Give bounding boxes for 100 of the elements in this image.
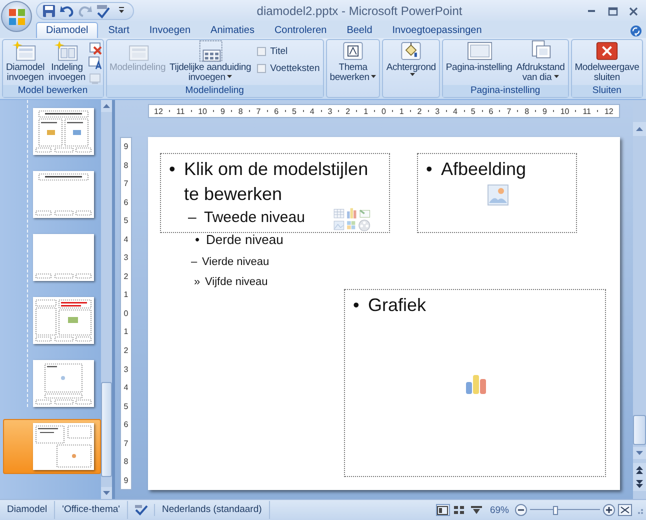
ruler-number: 10 (560, 106, 570, 116)
ruler-number: 7 (256, 106, 261, 116)
page-setup-icon (466, 40, 492, 62)
placeholder-frame[interactable]: • Afbeelding (417, 153, 577, 233)
scroll-down-button[interactable] (633, 447, 646, 459)
ribbon-tab[interactable]: Animaties (200, 22, 264, 38)
previous-slide-button[interactable] (633, 463, 646, 477)
bullet-marker: • (169, 158, 176, 181)
scroll-down-button[interactable] (101, 487, 112, 499)
delete-slide-icon (88, 41, 102, 55)
group-label: Pagina-instelling (442, 85, 568, 97)
ruler-number: 0 (381, 106, 386, 116)
save-button[interactable] (41, 3, 57, 19)
ribbon-tab[interactable]: Start (98, 22, 140, 38)
ribbon-button[interactable]: Pagina-instelling (444, 40, 514, 73)
ruler-number: 5 (470, 106, 476, 116)
bullet-marker: – (188, 208, 198, 228)
ruler-number: 2 (417, 106, 422, 116)
zoom-slider-thumb[interactable] (553, 506, 558, 514)
ruler-number: 8 (238, 106, 243, 116)
minus-icon (515, 504, 527, 516)
view-button[interactable] (470, 504, 484, 516)
spelling-check-icon (134, 504, 148, 516)
checkbox[interactable] (257, 47, 266, 56)
scrollbar-thumb[interactable] (101, 382, 112, 477)
ruler-number: 3 (435, 106, 440, 116)
ribbon-button[interactable]: Tijdelijke aanduiding invoegen (168, 40, 254, 83)
ribbon-button[interactable]: Indeling invoegen (46, 40, 88, 83)
ruler-number: 6 (124, 420, 128, 430)
ruler-number: 4 (310, 106, 314, 116)
ribbon-button[interactable]: Diamodel invoegen (4, 40, 47, 83)
ruler-number: 2 (346, 106, 350, 116)
ribbon-tab[interactable]: Diamodel (36, 22, 98, 38)
down-arrow-icon (636, 451, 643, 455)
placeholder-text: Vijfde niveau (205, 275, 268, 290)
help-icon (630, 25, 642, 37)
placeholder-text: Vierde niveau (202, 255, 270, 270)
ribbon-button[interactable]: Achtergrond (384, 40, 438, 77)
office-button[interactable] (1, 1, 32, 32)
normal-view-icon (437, 506, 448, 514)
bullet-marker: – (191, 255, 198, 270)
group-label: Sluiten (572, 85, 642, 97)
ruler-number: 9 (124, 476, 128, 485)
ribbon-button[interactable]: Afdrukstand van dia (514, 40, 567, 83)
ruler-number: 5 (124, 216, 128, 226)
resize-grip-icon (635, 506, 643, 514)
fit-to-window-button[interactable] (618, 504, 632, 516)
window-title: diamodel2.pptx - Microsoft PowerPoint (256, 4, 464, 18)
ruler-number: 0 (124, 308, 128, 318)
dropdown-caret-icon (227, 75, 232, 80)
zoom-out-button[interactable] (515, 504, 527, 516)
fit-window-icon (618, 504, 632, 516)
slide-thumbnail[interactable] (3, 419, 101, 474)
up-arrow-icon (103, 104, 110, 108)
ruler-number: 8 (124, 457, 128, 466)
ribbon-tab[interactable]: Controleren (264, 22, 337, 38)
checkbox[interactable] (257, 64, 266, 73)
bullet-marker: • (426, 158, 434, 181)
status-text: 'Office-thema' (55, 501, 128, 519)
ruler-number: 3 (124, 364, 128, 374)
next-slide-button[interactable] (633, 477, 646, 491)
up-arrow-icon (636, 127, 643, 131)
close-icon (627, 4, 640, 18)
new-slide-master-icon (12, 40, 38, 62)
close-button[interactable] (627, 4, 640, 18)
status-text: Nederlands (standaard) (154, 501, 270, 519)
ruler-number: 12 (154, 106, 163, 116)
placeholder-frame[interactable]: • Grafiek (344, 289, 606, 477)
ribbon-tab[interactable]: Invoegen (139, 22, 201, 38)
office-logo-icon (8, 8, 26, 26)
spelling-check-button[interactable] (95, 3, 111, 19)
ruler-number: 10 (198, 106, 207, 116)
delete-slide-button[interactable] (88, 41, 102, 55)
view-button[interactable] (452, 504, 467, 516)
down-arrow-icon (103, 491, 110, 495)
chart-icon (465, 373, 487, 395)
picture-icon (487, 184, 509, 206)
view-button[interactable] (436, 504, 450, 516)
zoom-in-button[interactable] (603, 504, 615, 516)
minimize-icon (588, 10, 595, 12)
ruler-number: 8 (124, 160, 128, 170)
double-up-arrow-icon (636, 466, 643, 474)
ruler-number: 11 (176, 106, 185, 116)
ribbon-tab[interactable]: Beeld (336, 22, 382, 38)
scroll-up-button[interactable] (633, 122, 646, 136)
maximize-button[interactable] (606, 4, 619, 18)
ruler-number: 9 (542, 106, 547, 116)
zoom-slider[interactable] (530, 505, 600, 515)
zoom-level: 69% (488, 504, 510, 516)
scroll-up-button[interactable] (101, 100, 112, 112)
placeholder-text: Grafiek (368, 294, 426, 317)
ruler-number: 3 (124, 253, 128, 262)
save-icon (41, 3, 57, 19)
slideshow-icon (471, 506, 482, 514)
ruler-number: 5 (292, 106, 296, 116)
ribbon-button[interactable]: Thema bewerken (328, 40, 378, 83)
ribbon-tab[interactable]: Invoegtoepassingen (382, 22, 492, 38)
scrollbar-thumb[interactable] (633, 415, 646, 445)
ribbon-button[interactable]: Modelweergave sluiten (572, 40, 642, 83)
placeholder-text: Derde niveau (206, 231, 284, 249)
